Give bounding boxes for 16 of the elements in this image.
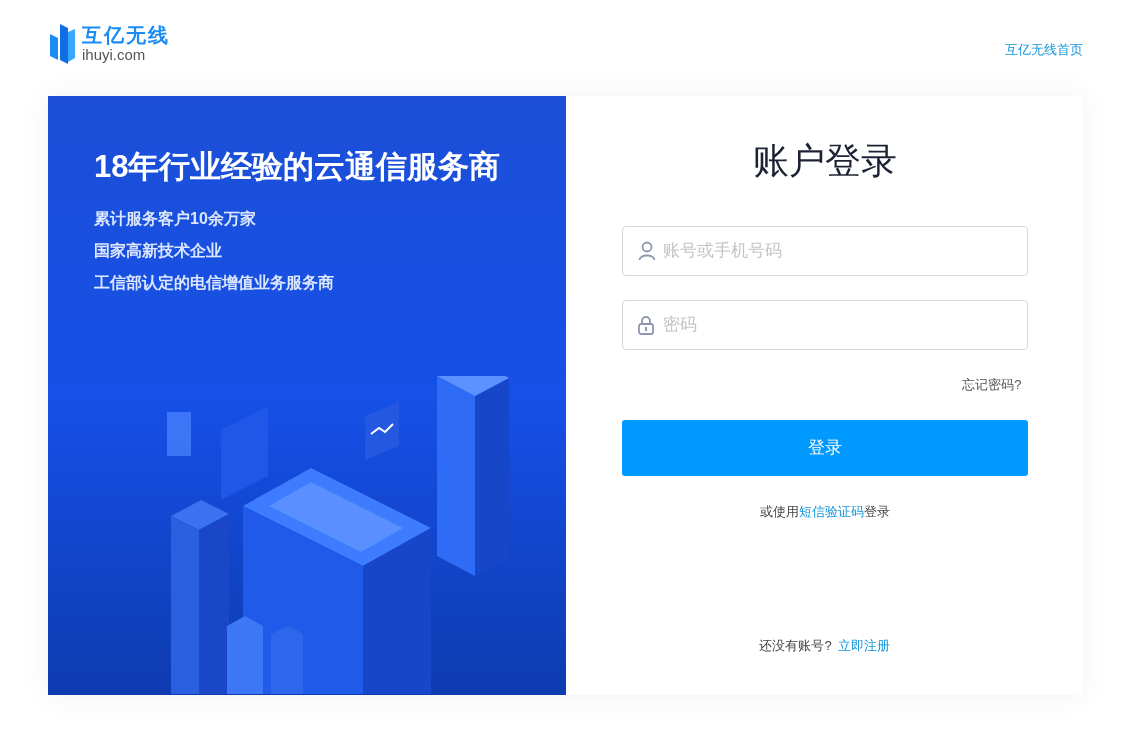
promo-point: 累计服务客户10余万家 bbox=[94, 209, 257, 229]
logo-name: 互亿无线 bbox=[82, 24, 170, 45]
logo-domain: ihuyi.com bbox=[82, 46, 147, 62]
login-title: 账户登录 bbox=[752, 139, 897, 183]
password-field[interactable]: 密码 bbox=[621, 300, 1028, 350]
promo-point: 工信部认定的电信增值业务服务商 bbox=[94, 273, 335, 293]
account-field[interactable]: 账号或手机号码 bbox=[621, 226, 1028, 276]
forgot-password-link[interactable]: 忘记密码? bbox=[962, 375, 1022, 395]
register-link[interactable]: 立即注册 bbox=[837, 635, 890, 655]
promo-title: 18年行业经验的云通信服务商 bbox=[94, 148, 502, 186]
login-button[interactable]: 登录 bbox=[621, 419, 1028, 476]
register-prompt: 还没有账号? bbox=[759, 636, 832, 655]
sms-code-link[interactable]: 短信验证码 bbox=[798, 503, 864, 519]
promo-point: 国家高新技术企业 bbox=[94, 241, 223, 261]
sms-login-text: 或使用短信验证码登录 bbox=[759, 502, 890, 521]
home-link[interactable]: 互亿无线首页 bbox=[1005, 40, 1083, 60]
